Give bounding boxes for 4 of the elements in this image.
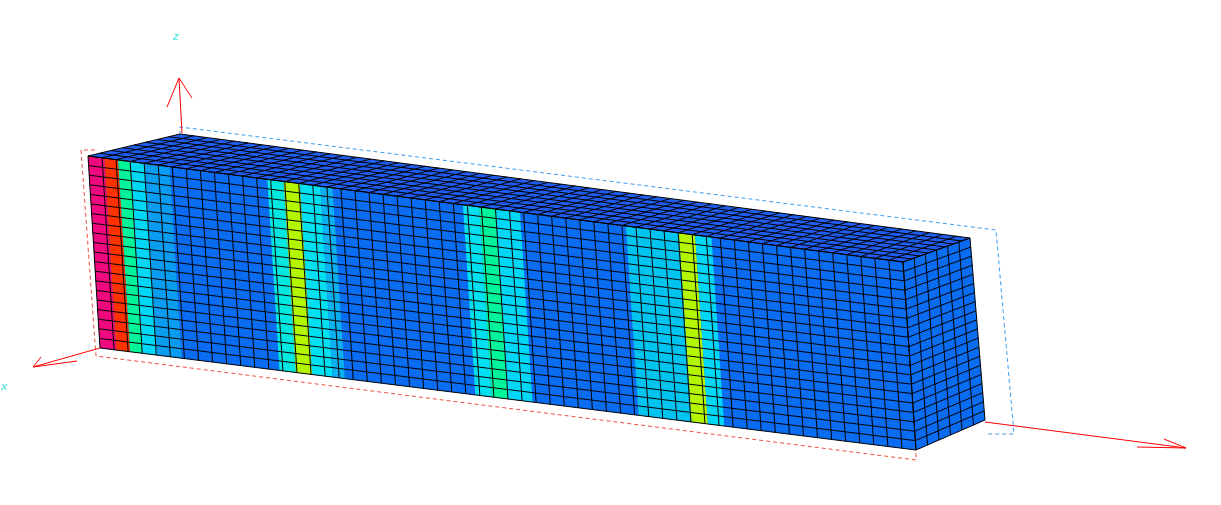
x-axis-label: x bbox=[1, 380, 8, 393]
x-axis-arrow bbox=[32, 347, 101, 368]
z-axis-arrow bbox=[166, 77, 193, 134]
z-axis-label: z bbox=[173, 30, 179, 43]
